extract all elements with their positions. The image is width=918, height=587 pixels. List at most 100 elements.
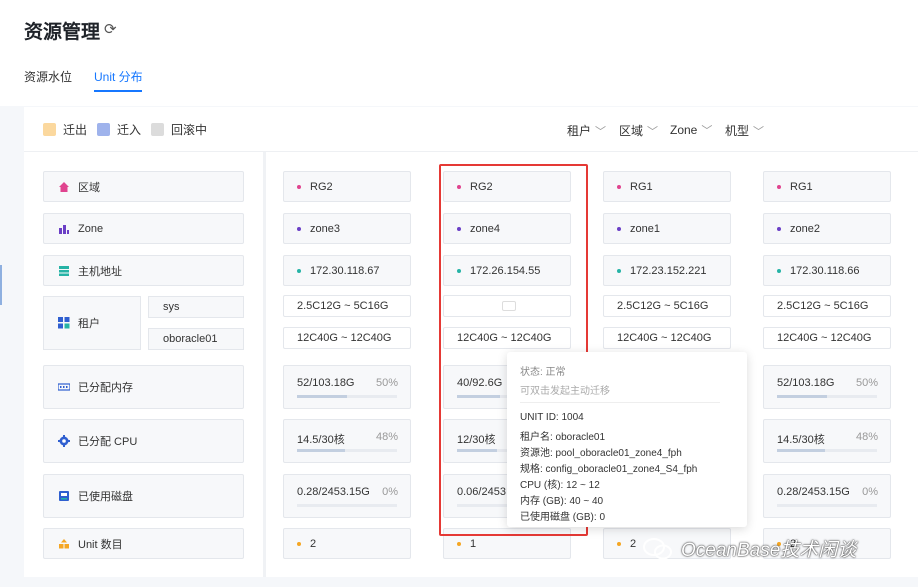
filter-zone[interactable]: Zone ﹀: [670, 122, 712, 138]
grid-icon: [58, 317, 70, 329]
tenant-sub-sys: sys: [148, 296, 244, 318]
memory-cell-percent: 50%: [375, 377, 398, 389]
host-cell-text: 172.30.118.66: [790, 264, 860, 277]
zone-cell[interactable]: zone3: [283, 213, 411, 244]
bar-chart-icon: [59, 224, 69, 234]
status-dot: [297, 268, 301, 273]
row-label-disk: 已使用磁盘: [43, 474, 244, 518]
memory-cell[interactable]: 52/103.18G 50%: [763, 365, 891, 409]
status-dot: [297, 541, 301, 546]
tenant-oboracle-spec-cell[interactable]: 12C40G ~ 12C40G: [763, 327, 891, 349]
zone-cell-text: zone2: [790, 222, 820, 235]
gear-icon: [58, 435, 70, 447]
disk-cell[interactable]: 0.28/2453.15G 0%: [763, 474, 891, 518]
cpu-cell-value: 14.5/30核: [777, 434, 825, 446]
row-label-zone: Zone: [43, 213, 244, 244]
status-dot: [777, 226, 781, 231]
tenant-oboracle-spec-cell[interactable]: 12C40G ~ 12C40G: [603, 327, 731, 349]
status-dot: [777, 268, 781, 273]
unit-count-cell[interactable]: 2: [283, 528, 411, 559]
chevron-down-icon: ﹀: [647, 126, 659, 138]
legend-swatch-out: [43, 123, 56, 136]
region-cell[interactable]: RG1: [603, 171, 731, 202]
tooltip-memory: 内存 (GB): 40 ~ 40: [520, 496, 604, 507]
filter-tenant[interactable]: 租户 ﹀: [567, 122, 606, 139]
row-label-cpu: 已分配 CPU: [43, 419, 244, 463]
status-dot: [777, 184, 781, 189]
disk-cell-value: 0.28/2453.15G: [777, 486, 850, 498]
cpu-cell-value: 14.5/30核: [297, 434, 345, 446]
row-label-memory: 已分配内存: [43, 365, 244, 409]
disk-cell[interactable]: 0.28/2453.15G 0%: [283, 474, 411, 518]
cpu-cell-bar: [777, 449, 877, 452]
cpu-cell[interactable]: 14.5/30核 48%: [283, 419, 411, 463]
tab-resource-water-level[interactable]: 资源水位: [24, 68, 72, 85]
memory-cell-bar: [297, 395, 397, 398]
region-cell[interactable]: RG2: [283, 171, 411, 202]
region-cell-text: RG1: [790, 180, 813, 193]
cpu-cell-percent: 48%: [855, 431, 878, 443]
watermark: OceanBase技术闲谈: [643, 535, 856, 562]
cpu-cell-percent: 48%: [375, 431, 398, 443]
tab-unit-distribution[interactable]: Unit 分布: [94, 68, 143, 85]
disk-cell-bar: [297, 504, 397, 507]
unit-count-cell-text: 2: [630, 537, 637, 550]
server-icon: [59, 265, 69, 276]
cpu-cell-bar-fill: [777, 449, 825, 452]
unit-count-cell-text: 1: [470, 537, 477, 550]
region-cell-text: RG2: [310, 180, 333, 193]
tenant-sys-spec-cell[interactable]: 2.5C12G ~ 5C16G: [763, 295, 891, 317]
legend-item-rollback: 回滚中: [151, 121, 207, 138]
disk-icon: [59, 491, 69, 501]
chevron-down-icon: ﹀: [701, 125, 713, 137]
host-cell-text: 172.23.152.221: [630, 264, 707, 277]
cpu-cell-bar-fill: [297, 449, 345, 452]
region-cell[interactable]: RG1: [763, 171, 891, 202]
row-label-tenant: 租户: [43, 296, 141, 350]
tooltip-spec: 规格: config_oboracle01_zone4_S4_fph: [520, 464, 698, 475]
host-cell[interactable]: 172.30.118.67: [283, 255, 411, 286]
row-label-unit-count: Unit 数目: [43, 528, 244, 559]
tooltip-tenant: 租户名: oboracle01: [520, 432, 606, 443]
disk-cell-bar: [777, 504, 877, 507]
wechat-icon: [643, 537, 672, 559]
status-dot: [297, 226, 301, 231]
status-dot: [617, 541, 621, 546]
region-cell-text: RG1: [630, 180, 653, 193]
host-cell[interactable]: 172.23.152.221: [603, 255, 731, 286]
tooltip-divider: [520, 402, 720, 403]
memory-cell-bar: [777, 395, 877, 398]
legend-item-out: 迁出: [43, 121, 87, 138]
memory-cell[interactable]: 52/103.18G 50%: [283, 365, 411, 409]
status-dot: [617, 268, 621, 273]
tenant-oboracle-spec-cell[interactable]: 12C40G ~ 12C40G: [283, 327, 411, 349]
legend-swatch-in: [97, 123, 110, 136]
zone-cell-text: zone1: [630, 222, 660, 235]
refresh-icon[interactable]: ⟳: [104, 20, 117, 38]
status-dot: [297, 184, 301, 189]
zone-cell[interactable]: zone1: [603, 213, 731, 244]
zone-cell[interactable]: zone2: [763, 213, 891, 244]
stack-icon: [59, 538, 69, 548]
active-tab-indicator: [94, 90, 142, 92]
scroll-indicator: [0, 265, 2, 305]
filter-machine-type[interactable]: 机型 ﹀: [725, 122, 764, 139]
disk-cell-value: 0.28/2453.15G: [297, 486, 370, 498]
host-cell-text: 172.30.118.67: [310, 264, 380, 277]
unit-count-cell-text: 2: [310, 537, 317, 550]
chevron-down-icon: ﹀: [753, 126, 765, 138]
home-icon: [59, 181, 69, 192]
memory-cell-bar-fill: [297, 395, 347, 398]
cpu-cell[interactable]: 14.5/30核 48%: [763, 419, 891, 463]
host-cell[interactable]: 172.30.118.66: [763, 255, 891, 286]
status-dot: [617, 184, 621, 189]
tenant-sys-spec-cell[interactable]: 2.5C12G ~ 5C16G: [603, 295, 731, 317]
legend-item-in: 迁入: [97, 121, 141, 138]
status-dot: [617, 226, 621, 231]
page-title: 资源管理: [24, 22, 101, 43]
memory-cell-percent: 50%: [855, 377, 878, 389]
filter-region[interactable]: 区域 ﹀: [619, 122, 658, 139]
tenant-sys-spec-cell[interactable]: 2.5C12G ~ 5C16G: [283, 295, 411, 317]
zone-cell-text: zone3: [310, 222, 340, 235]
tooltip-status: 状态: 正常: [520, 367, 566, 378]
